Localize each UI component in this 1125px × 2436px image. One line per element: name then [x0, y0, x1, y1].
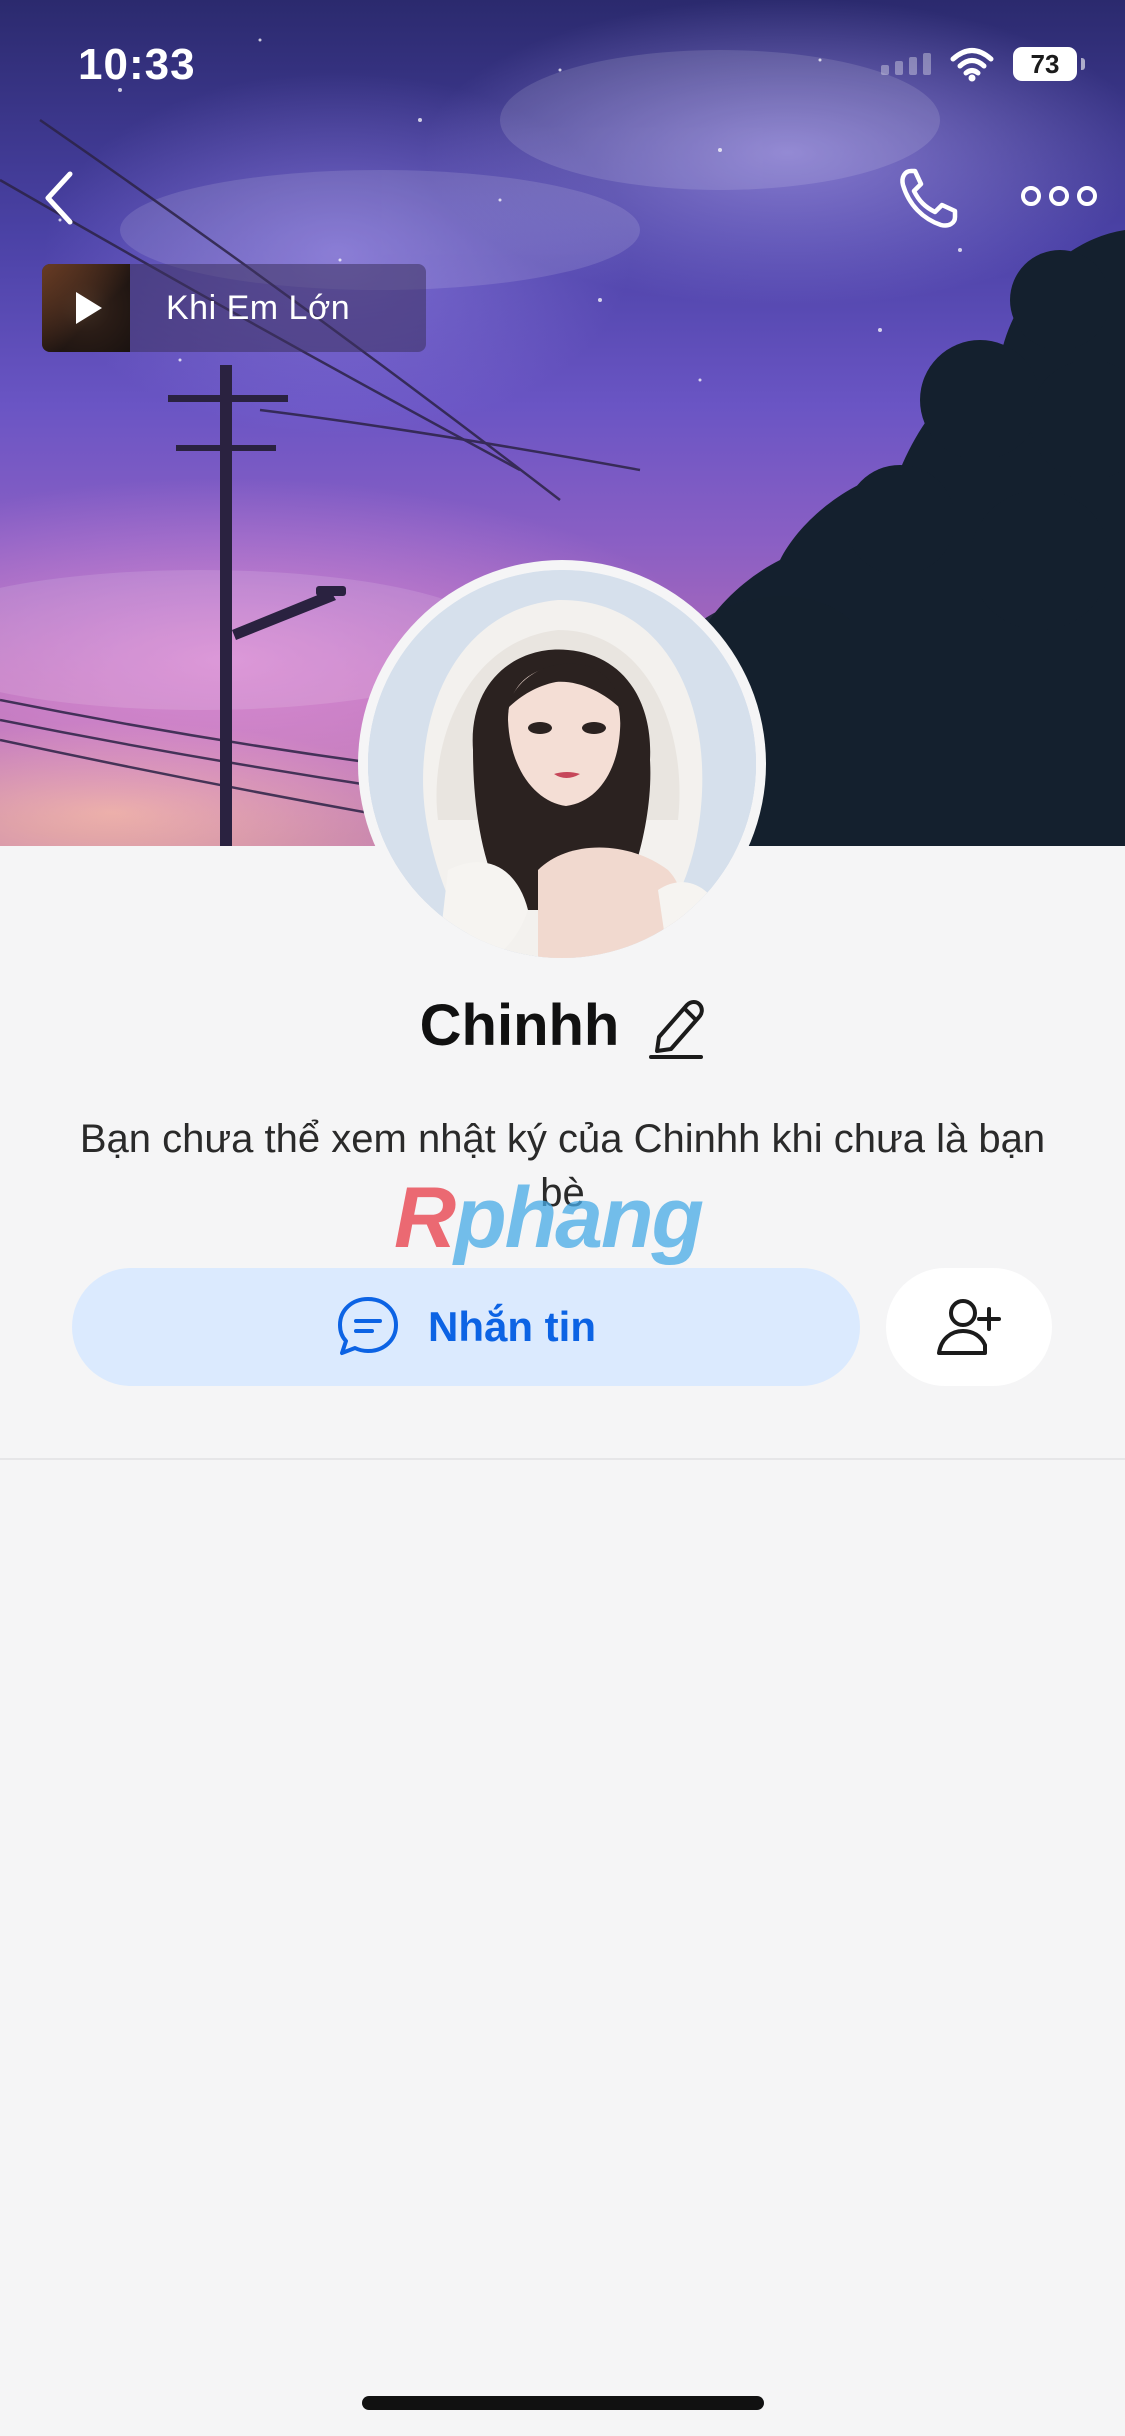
battery-indicator: 73	[1013, 47, 1085, 81]
status-time: 10:33	[78, 40, 196, 89]
cellular-signal-icon	[881, 53, 931, 75]
section-divider	[0, 1458, 1125, 1460]
phone-icon[interactable]	[895, 165, 961, 231]
add-friend-button[interactable]	[886, 1268, 1052, 1386]
profile-name-row: Chinhh	[0, 992, 1125, 1059]
send-message-button[interactable]: Nhắn tin	[72, 1268, 860, 1386]
chat-bubble-icon	[338, 1297, 398, 1355]
chevron-left-icon[interactable]	[34, 166, 90, 230]
watermark-part-2: phang	[454, 1170, 704, 1266]
wifi-icon	[950, 48, 994, 82]
pencil-icon[interactable]	[647, 993, 705, 1059]
send-message-label: Nhắn tin	[428, 1303, 596, 1350]
avatar[interactable]	[358, 560, 766, 968]
status-indicators: 73	[881, 46, 1085, 82]
music-thumbnail	[42, 264, 130, 352]
profile-name: Chinhh	[419, 993, 620, 1058]
music-title: Khi Em Lớn	[166, 288, 351, 327]
user-plus-icon	[937, 1299, 1001, 1355]
profile-music-chip[interactable]: Khi Em Lớn	[42, 264, 426, 352]
play-icon[interactable]	[64, 286, 108, 330]
watermark: Rphang	[394, 1170, 704, 1266]
avatar-illustration	[368, 570, 756, 958]
home-indicator[interactable]	[362, 2396, 764, 2410]
watermark-part-1: R	[394, 1170, 456, 1266]
avatar-photo	[368, 570, 756, 958]
more-horizontal-icon[interactable]	[1020, 176, 1098, 216]
